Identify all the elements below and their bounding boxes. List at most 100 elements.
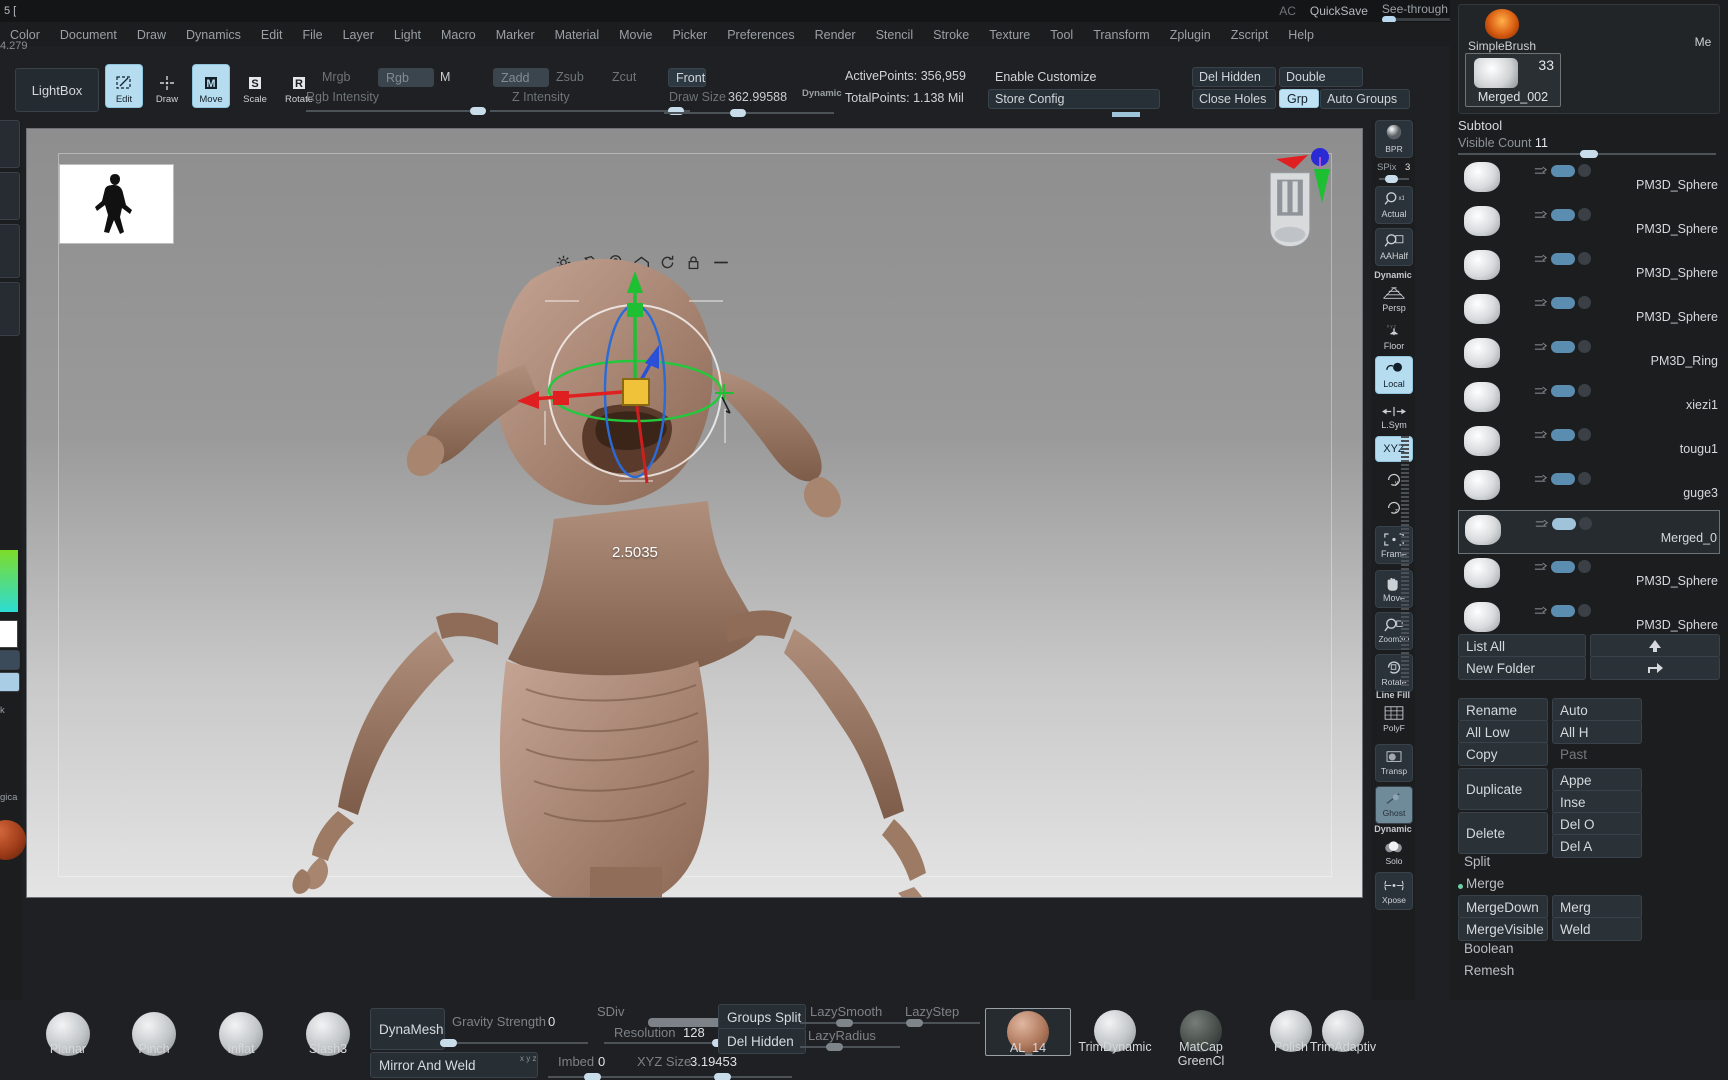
menu-item-macro[interactable]: Macro bbox=[431, 24, 486, 44]
grp-button[interactable]: Grp bbox=[1279, 89, 1319, 108]
subtool-eye-toggle[interactable] bbox=[1551, 604, 1575, 617]
material-matcap-greencl[interactable]: MatCap GreenCl bbox=[1158, 1008, 1244, 1068]
append-button[interactable]: Appe bbox=[1552, 768, 1642, 792]
bpr-button[interactable]: BPR bbox=[1375, 120, 1413, 158]
subtool-visibility-controls[interactable] bbox=[1534, 296, 1591, 309]
mrgb-button[interactable]: Mrgb bbox=[322, 70, 350, 84]
subtool-extra-toggle[interactable] bbox=[1578, 472, 1591, 485]
gravity-strength-slider[interactable] bbox=[440, 1039, 588, 1047]
subtool-extra-toggle[interactable] bbox=[1578, 384, 1591, 397]
left-strip-tool-4[interactable] bbox=[0, 282, 20, 336]
left-strip-swatch-light[interactable] bbox=[0, 672, 20, 692]
subtool-visibility-controls[interactable] bbox=[1534, 560, 1591, 573]
subtool-row[interactable]: Merged_0 bbox=[1458, 510, 1720, 554]
white-swatch[interactable] bbox=[0, 620, 18, 648]
menu-item-file[interactable]: File bbox=[292, 24, 332, 44]
subtool-arrow-icon[interactable] bbox=[1534, 210, 1548, 220]
subtool-visibility-controls[interactable] bbox=[1534, 252, 1591, 265]
move-button[interactable]: M Move bbox=[192, 64, 230, 108]
menu-item-render[interactable]: Render bbox=[805, 24, 866, 44]
ac-label[interactable]: AC bbox=[1279, 4, 1296, 18]
rename-button[interactable]: Rename bbox=[1458, 698, 1548, 722]
enable-customize-button[interactable]: Enable Customize bbox=[988, 67, 1160, 87]
paste-button[interactable]: Past bbox=[1552, 742, 1642, 766]
menu-item-zscript[interactable]: Zscript bbox=[1221, 24, 1279, 44]
subtool-row[interactable]: PM3D_Sphere bbox=[1458, 202, 1720, 246]
draw-size-slider[interactable] bbox=[664, 109, 834, 117]
auto-groups-button[interactable]: Auto Groups bbox=[1320, 89, 1410, 109]
subtool-row[interactable]: PM3D_Sphere bbox=[1458, 554, 1720, 598]
menu-item-stroke[interactable]: Stroke bbox=[923, 24, 979, 44]
left-strip-tool-3[interactable] bbox=[0, 224, 20, 278]
subtool-list[interactable]: PM3D_Sphere PM3D_Sphere PM3D_Sphere PM3D_Sp… bbox=[1458, 158, 1720, 638]
delete-button[interactable]: Delete bbox=[1458, 812, 1548, 854]
subtool-extra-toggle[interactable] bbox=[1578, 252, 1591, 265]
lazy-radius-slider[interactable] bbox=[800, 1043, 900, 1051]
move-right-button[interactable] bbox=[1590, 656, 1720, 680]
lazy-radius-knob[interactable] bbox=[826, 1043, 843, 1051]
subtool-eye-toggle[interactable] bbox=[1551, 384, 1575, 397]
scale-button[interactable]: S Scale bbox=[236, 64, 274, 108]
spix-slider[interactable] bbox=[1379, 175, 1409, 183]
subtool-extra-toggle[interactable] bbox=[1578, 340, 1591, 353]
copy-button[interactable]: Copy bbox=[1458, 742, 1548, 766]
merge-visible-button[interactable]: MergeVisible bbox=[1458, 917, 1548, 941]
groups-split-button[interactable]: Groups Split bbox=[718, 1004, 806, 1030]
m-button[interactable]: M bbox=[440, 70, 450, 84]
all-low-button[interactable]: All Low bbox=[1458, 720, 1548, 744]
ghost-button[interactable]: Ghost bbox=[1375, 786, 1413, 824]
menu-item-light[interactable]: Light bbox=[384, 24, 431, 44]
subtool-extra-toggle[interactable] bbox=[1578, 208, 1591, 221]
subtool-row[interactable]: tougu1 bbox=[1458, 422, 1720, 466]
new-folder-button[interactable]: New Folder bbox=[1458, 656, 1586, 680]
subtool-arrow-icon[interactable] bbox=[1534, 166, 1548, 176]
del-all-button[interactable]: Del A bbox=[1552, 834, 1642, 858]
menu-item-movie[interactable]: Movie bbox=[609, 24, 662, 44]
subtool-row[interactable]: PM3D_Sphere bbox=[1458, 158, 1720, 202]
dynamesh-button[interactable]: DynaMesh bbox=[370, 1008, 445, 1050]
mirror-and-weld-button[interactable]: Mirror And Weld bbox=[370, 1052, 538, 1078]
gravity-strength-knob[interactable] bbox=[440, 1039, 457, 1047]
weld-button[interactable]: Weld bbox=[1552, 917, 1642, 941]
subtool-extra-toggle[interactable] bbox=[1578, 604, 1591, 617]
menu-item-picker[interactable]: Picker bbox=[662, 24, 717, 44]
boolean-section-label[interactable]: Boolean bbox=[1464, 941, 1514, 956]
list-all-button[interactable]: List All bbox=[1458, 634, 1586, 658]
subtool-eye-toggle[interactable] bbox=[1551, 164, 1575, 177]
subtool-visibility-controls[interactable] bbox=[1534, 208, 1591, 221]
zadd-button[interactable]: Zadd bbox=[493, 68, 549, 87]
menu-item-layer[interactable]: Layer bbox=[333, 24, 384, 44]
color-gradient-swatch[interactable] bbox=[0, 550, 18, 612]
xyz-size-knob[interactable] bbox=[714, 1073, 731, 1080]
merge-down-button[interactable]: MergeDown bbox=[1458, 895, 1548, 919]
material-al-14[interactable]: AL_14 bbox=[985, 1008, 1071, 1056]
menu-item-preferences[interactable]: Preferences bbox=[717, 24, 804, 44]
quicksave-button[interactable]: QuickSave bbox=[1310, 4, 1368, 18]
subtool-row[interactable]: PM3D_Ring bbox=[1458, 334, 1720, 378]
left-strip-tool-2[interactable] bbox=[0, 172, 20, 220]
left-strip-swatch-dark[interactable] bbox=[0, 650, 20, 670]
auto-button[interactable]: Auto bbox=[1552, 698, 1642, 722]
menu-item-zplugin[interactable]: Zplugin bbox=[1160, 24, 1221, 44]
subtool-arrow-icon[interactable] bbox=[1534, 430, 1548, 440]
draw-size-knob[interactable] bbox=[730, 109, 746, 117]
lazy-step-knob[interactable] bbox=[906, 1019, 923, 1027]
subtool-eye-toggle[interactable] bbox=[1551, 560, 1575, 573]
subtool-visibility-controls[interactable] bbox=[1534, 428, 1591, 441]
subtool-visibility-controls[interactable] bbox=[1535, 517, 1592, 530]
del-hidden-button[interactable]: Del Hidden bbox=[1192, 67, 1276, 87]
subtool-visibility-controls[interactable] bbox=[1534, 164, 1591, 177]
merge-section-label[interactable]: Merge bbox=[1466, 876, 1504, 891]
zsub-button[interactable]: Zsub bbox=[556, 70, 584, 84]
imbed-knob[interactable] bbox=[584, 1073, 601, 1080]
subtool-eye-toggle[interactable] bbox=[1551, 296, 1575, 309]
imbed-slider[interactable] bbox=[548, 1073, 640, 1080]
floor-button[interactable]: x y z Floor bbox=[1375, 318, 1413, 356]
xpose-button[interactable]: Xpose bbox=[1375, 872, 1413, 910]
subtool-eye-toggle[interactable] bbox=[1551, 252, 1575, 265]
rgb-intensity-slider[interactable] bbox=[306, 107, 486, 115]
rgb-intensity-knob[interactable] bbox=[470, 107, 486, 115]
actual-button[interactable]: x1 Actual bbox=[1375, 186, 1413, 224]
visible-count-slider[interactable] bbox=[1458, 150, 1716, 158]
zcut-button[interactable]: Zcut bbox=[612, 70, 636, 84]
